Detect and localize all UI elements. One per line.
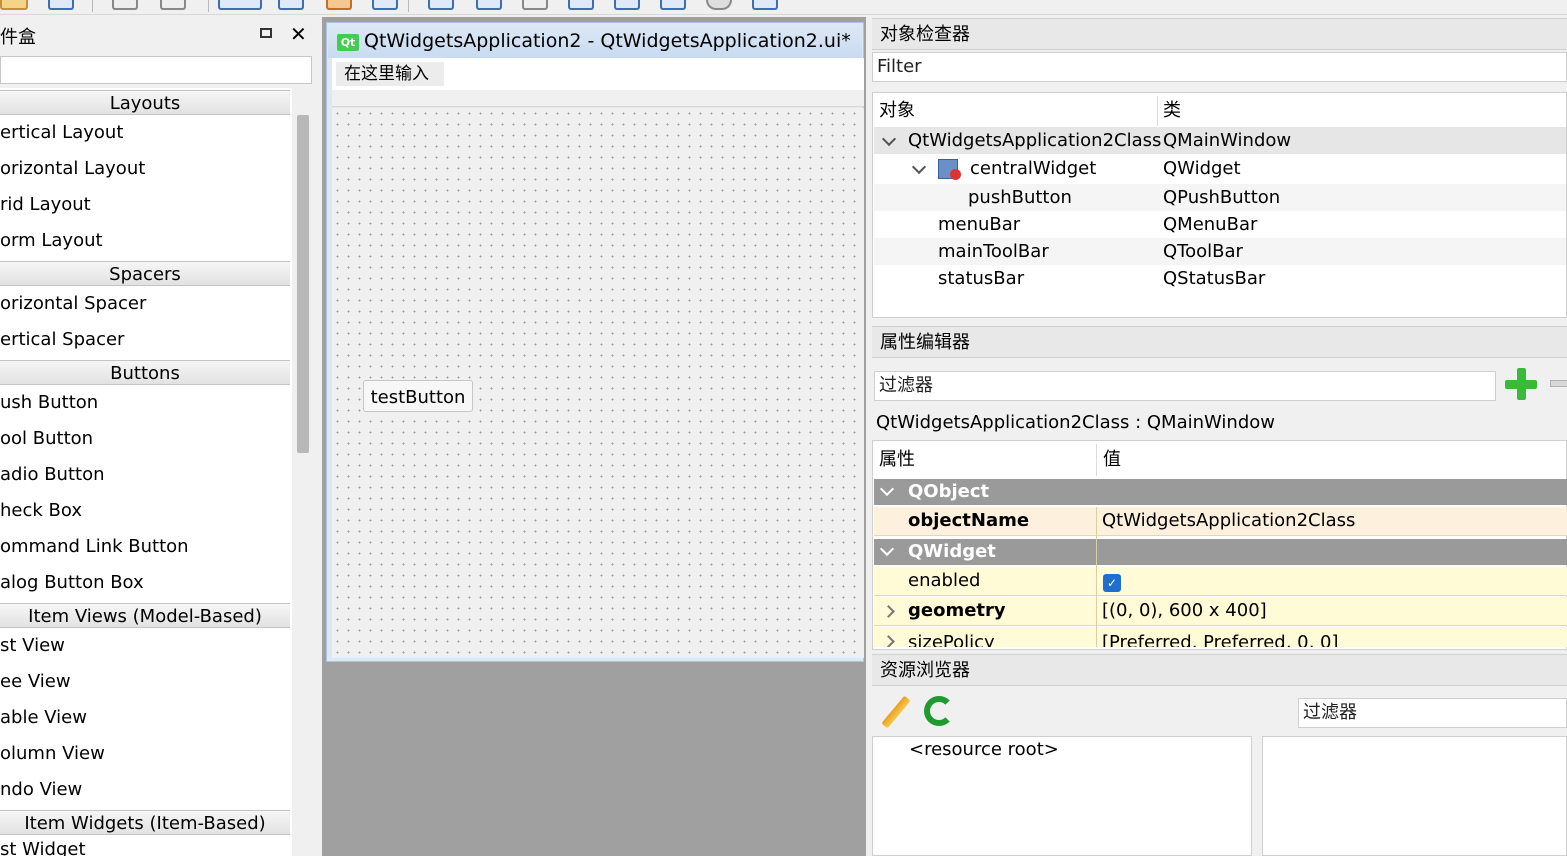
tree-row[interactable]: menuBar QMenuBar: [874, 211, 1566, 238]
property-row[interactable]: enabled ✓: [874, 567, 1567, 596]
enabled-checkbox[interactable]: ✓: [1103, 574, 1121, 592]
widget-item[interactable]: orm Layout: [0, 223, 290, 259]
edit-signals-icon[interactable]: [278, 0, 304, 10]
tree-row[interactable]: centralWidget QWidget: [874, 155, 1566, 182]
edit-buddies-icon[interactable]: [326, 0, 352, 10]
layout-horizontal-icon[interactable]: [428, 0, 454, 10]
chevron-right-icon[interactable]: [882, 635, 895, 647]
widget-filter-input[interactable]: [0, 56, 312, 84]
tree-row[interactable]: mainToolBar QToolBar: [874, 238, 1566, 265]
open-icon[interactable]: [0, 0, 28, 10]
resource-filter-input[interactable]: 过滤器: [1298, 698, 1567, 728]
remove-property-icon[interactable]: [1550, 380, 1567, 387]
chevron-down-icon[interactable]: [879, 481, 895, 497]
property-row[interactable]: geometry [(0, 0), 600 x 400]: [874, 597, 1567, 626]
object-inspector-title: 对象检查器: [872, 18, 1567, 50]
category-item-views[interactable]: Item Views (Model-Based): [0, 603, 290, 628]
property-context-label: QtWidgetsApplication2Class : QMainWindow: [876, 412, 1275, 433]
category-spacers[interactable]: Spacers: [0, 261, 290, 286]
chevron-right-icon[interactable]: [882, 605, 895, 618]
form-title-bar: QtWidgetsApplication2 - QtWidgetsApplica…: [328, 24, 862, 58]
resource-root-item[interactable]: <resource root>: [909, 739, 1059, 760]
qt-logo-icon: Qt: [337, 34, 359, 51]
object-filter-input[interactable]: Filter: [872, 52, 1567, 82]
category-layouts[interactable]: Layouts: [0, 90, 290, 115]
widget-item[interactable]: orizontal Layout: [0, 151, 290, 187]
col-object-header[interactable]: 对象: [879, 96, 915, 126]
widget-item[interactable]: able View: [0, 700, 290, 736]
property-row[interactable]: objectName QtWidgetsApplication2Class: [874, 507, 1567, 536]
widget-box-title: 件盒: [0, 27, 36, 48]
close-icon[interactable]: ✕: [290, 22, 307, 46]
widget-item[interactable]: olumn View: [0, 736, 290, 772]
resource-file-list: [1262, 736, 1567, 856]
widget-item[interactable]: adio Button: [0, 457, 290, 493]
widget-item[interactable]: ndo View: [0, 772, 290, 808]
widget-item[interactable]: ush Button: [0, 385, 290, 421]
property-editor-title: 属性编辑器: [872, 326, 1567, 358]
object-tree-header: 对象 类: [874, 96, 1566, 126]
widget-item[interactable]: alog Button Box: [0, 565, 290, 601]
widget-list-scrollbar-thumb[interactable]: [297, 115, 309, 453]
col-class-header[interactable]: 类: [1163, 96, 1181, 126]
layout-vertical-icon[interactable]: [476, 0, 502, 10]
widget-item[interactable]: ool Button: [0, 421, 290, 457]
widget-item[interactable]: heck Box: [0, 493, 290, 529]
layout-form-icon[interactable]: [660, 0, 686, 10]
layout-grid-icon[interactable]: [614, 0, 640, 10]
tree-row[interactable]: statusBar QStatusBar: [874, 265, 1566, 292]
adjust-size-icon[interactable]: [752, 0, 778, 10]
chevron-down-icon[interactable]: [911, 159, 927, 175]
widget-item[interactable]: orizontal Spacer: [0, 286, 290, 322]
save-icon[interactable]: [48, 0, 74, 10]
add-property-icon[interactable]: [1504, 368, 1538, 402]
widget-item[interactable]: ee View: [0, 664, 290, 700]
tree-row[interactable]: pushButton QPushButton: [874, 184, 1566, 211]
menu-type-here[interactable]: 在这里输入: [336, 62, 444, 86]
widget-item[interactable]: ertical Spacer: [0, 322, 290, 358]
restore-icon[interactable]: [260, 28, 272, 38]
layout-split-v-icon[interactable]: [568, 0, 594, 10]
no-layout-icon: [950, 169, 961, 180]
col-property-header[interactable]: 属性: [879, 444, 915, 476]
main-toolbar: [0, 0, 1567, 15]
property-group-qobject[interactable]: QObject: [874, 479, 1567, 505]
break-layout-icon[interactable]: [706, 0, 732, 10]
test-button[interactable]: testButton: [363, 380, 473, 412]
layout-split-h-icon[interactable]: [522, 0, 548, 10]
widget-item[interactable]: ommand Link Button: [0, 529, 290, 565]
property-row[interactable]: sizePolicy [Preferred, Preferred, 0, 0]: [874, 627, 1567, 647]
cut-icon[interactable]: [112, 0, 138, 10]
copy-icon[interactable]: [160, 0, 186, 10]
form-title: QtWidgetsApplication2 - QtWidgetsApplica…: [364, 30, 851, 52]
edit-widgets-icon[interactable]: [218, 0, 262, 10]
form-toolbar-area: [332, 90, 864, 107]
category-buttons[interactable]: Buttons: [0, 360, 290, 385]
widget-item[interactable]: st View: [0, 628, 290, 664]
edit-resources-icon[interactable]: [880, 694, 914, 729]
property-filter-input[interactable]: 过滤器: [874, 371, 1496, 401]
edit-tab-order-icon[interactable]: [372, 0, 398, 10]
resource-browser-title: 资源浏览器: [872, 654, 1567, 686]
widget-item[interactable]: rid Layout: [0, 187, 290, 223]
property-table-header: 属性 值: [874, 444, 1566, 476]
chevron-down-icon[interactable]: [879, 541, 895, 557]
resource-tree: <resource root>: [872, 736, 1252, 856]
category-item-widgets[interactable]: Item Widgets (Item-Based): [0, 810, 290, 835]
property-group-qwidget[interactable]: QWidget: [874, 539, 1567, 565]
col-value-header[interactable]: 值: [1103, 444, 1121, 476]
reload-icon[interactable]: [924, 696, 954, 726]
chevron-down-icon[interactable]: [881, 131, 897, 147]
tree-row[interactable]: QtWidgetsApplication2Class QMainWindow: [874, 127, 1566, 154]
widget-box-header: 件盒 ✕: [0, 18, 316, 52]
widget-item[interactable]: ertical Layout: [0, 115, 290, 151]
widget-item[interactable]: st Widget: [0, 835, 290, 856]
